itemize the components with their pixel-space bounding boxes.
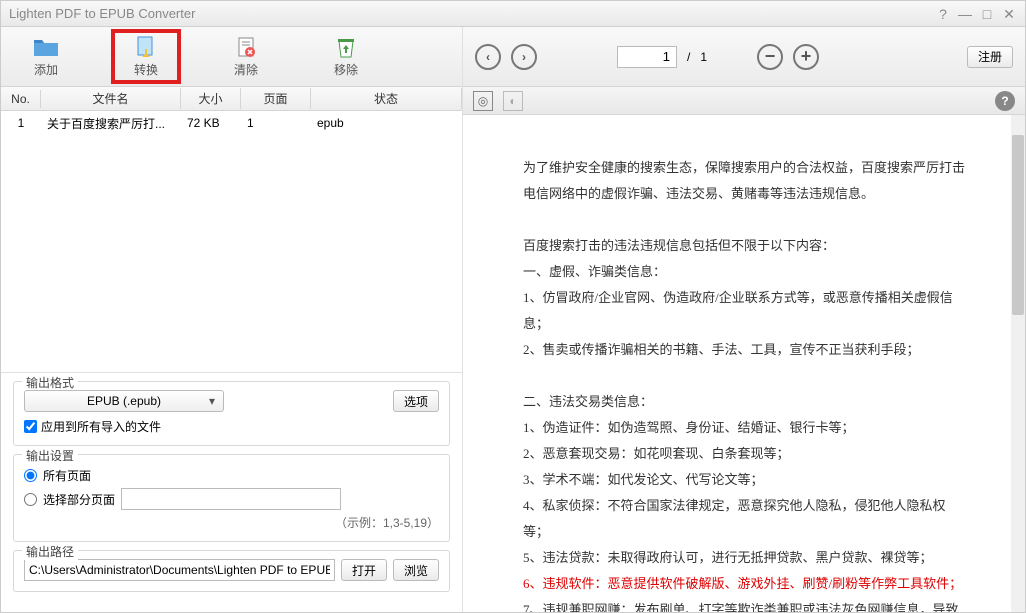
doc-line-highlighted: 6、违规软件：恶意提供软件破解版、游戏外挂、刷赞/刷粉等作弊工具软件；: [523, 571, 965, 597]
doc-line: 2、售卖或传播诈骗相关的书籍、手法、工具，宣传不正当获利手段；: [523, 337, 965, 363]
prev-page-button[interactable]: ‹: [475, 44, 501, 70]
preview-toolbar: ‹ › / 1 − + 注册: [463, 27, 1025, 87]
apply-all-checkbox[interactable]: 应用到所有导入的文件: [24, 418, 439, 435]
format-dropdown[interactable]: EPUB (.epub): [24, 390, 224, 412]
col-size[interactable]: 大小: [181, 88, 241, 109]
doc-line: 为了维护安全健康的搜索生态，保障搜索用户的合法权益，百度搜索严厉打击电信网络中的…: [523, 155, 965, 207]
maximize-icon[interactable]: □: [979, 6, 995, 22]
col-status[interactable]: 状态: [311, 88, 462, 109]
page-range-hint: （示例：1,3-5,19）: [24, 514, 439, 531]
select-pages-radio[interactable]: 选择部分页面: [24, 488, 439, 510]
col-no[interactable]: No.: [1, 90, 41, 108]
doc-line: 5、违法贷款：未取得政府认可，进行无抵押贷款、黑户贷款、裸贷等；: [523, 545, 965, 571]
zoom-out-button[interactable]: −: [757, 44, 783, 70]
add-button[interactable]: 添加: [11, 35, 81, 78]
page-number-input[interactable]: [617, 46, 677, 68]
open-button[interactable]: 打开: [341, 559, 387, 581]
view-mode1-button[interactable]: ◎: [473, 91, 493, 111]
zoom-in-button[interactable]: +: [793, 44, 819, 70]
page-range-input[interactable]: [121, 488, 341, 510]
file-list: 1 关于百度搜索严厉打... 72 KB 1 epub: [1, 111, 462, 372]
view-mode2-button[interactable]: ◐: [503, 91, 523, 111]
table-row[interactable]: 1 关于百度搜索严厉打... 72 KB 1 epub: [1, 111, 462, 135]
scrollbar[interactable]: [1011, 115, 1025, 612]
next-page-button[interactable]: ›: [511, 44, 537, 70]
convert-button[interactable]: 转换: [111, 29, 181, 84]
close-icon[interactable]: ✕: [1001, 6, 1017, 22]
main-toolbar: 添加 转换 清除 移除: [1, 27, 462, 87]
titlebar: Lighten PDF to EPUB Converter ? — □ ✕: [1, 1, 1025, 27]
clear-icon: [232, 35, 260, 59]
page-sep: /: [687, 50, 690, 64]
output-format-group: 输出格式 EPUB (.epub) 选项 应用到所有导入的文件: [13, 381, 450, 446]
doc-line: 一、虚假、诈骗类信息：: [523, 259, 965, 285]
doc-line: 百度搜索打击的违法违规信息包括但不限于以下内容：: [523, 233, 965, 259]
preview-subbar: ◎ ◐ ?: [463, 87, 1025, 115]
doc-line: 7、违规兼职网赚：发布刷单、打字等欺诈类兼职或违法灰色网赚信息，导致网络用户财产…: [523, 597, 965, 612]
help-icon[interactable]: ?: [935, 6, 951, 22]
document-preview: 为了维护安全健康的搜索生态，保障搜索用户的合法权益，百度搜索严厉打击电信网络中的…: [463, 115, 1025, 612]
page-total: 1: [700, 50, 707, 64]
window-title: Lighten PDF to EPUB Converter: [9, 6, 929, 21]
register-button[interactable]: 注册: [967, 46, 1013, 68]
col-name[interactable]: 文件名: [41, 88, 181, 109]
table-header: No. 文件名 大小 页面 状态: [1, 87, 462, 111]
col-page[interactable]: 页面: [241, 88, 311, 109]
clear-button[interactable]: 清除: [211, 35, 281, 78]
folder-icon: [32, 35, 60, 59]
minimize-icon[interactable]: —: [957, 6, 973, 22]
browse-button[interactable]: 浏览: [393, 559, 439, 581]
options-button[interactable]: 选项: [393, 390, 439, 412]
doc-line: 2、恶意套现交易：如花呗套现、白条套现等；: [523, 441, 965, 467]
scrollbar-thumb[interactable]: [1012, 135, 1024, 315]
doc-line: 4、私家侦探：不符合国家法律规定，恶意探究他人隐私，侵犯他人隐私权等；: [523, 493, 965, 545]
doc-line: 1、仿冒政府/企业官网、伪造政府/企业联系方式等，或恶意传播相关虚假信息；: [523, 285, 965, 337]
all-pages-radio[interactable]: 所有页面: [24, 467, 439, 484]
doc-line: 3、学术不端：如代发论文、代写论文等；: [523, 467, 965, 493]
doc-line: 二、违法交易类信息：: [523, 389, 965, 415]
output-path-input[interactable]: [24, 559, 335, 581]
convert-icon: [132, 35, 160, 59]
trash-icon: [332, 35, 360, 59]
doc-line: 1、伪造证件：如伪造驾照、身份证、结婚证、银行卡等；: [523, 415, 965, 441]
output-path-group: 输出路径 打开 浏览: [13, 550, 450, 592]
doc-help-button[interactable]: ?: [995, 91, 1015, 111]
output-settings-group: 输出设置 所有页面 选择部分页面 （示例：1,3-5,19）: [13, 454, 450, 542]
remove-button[interactable]: 移除: [311, 35, 381, 78]
